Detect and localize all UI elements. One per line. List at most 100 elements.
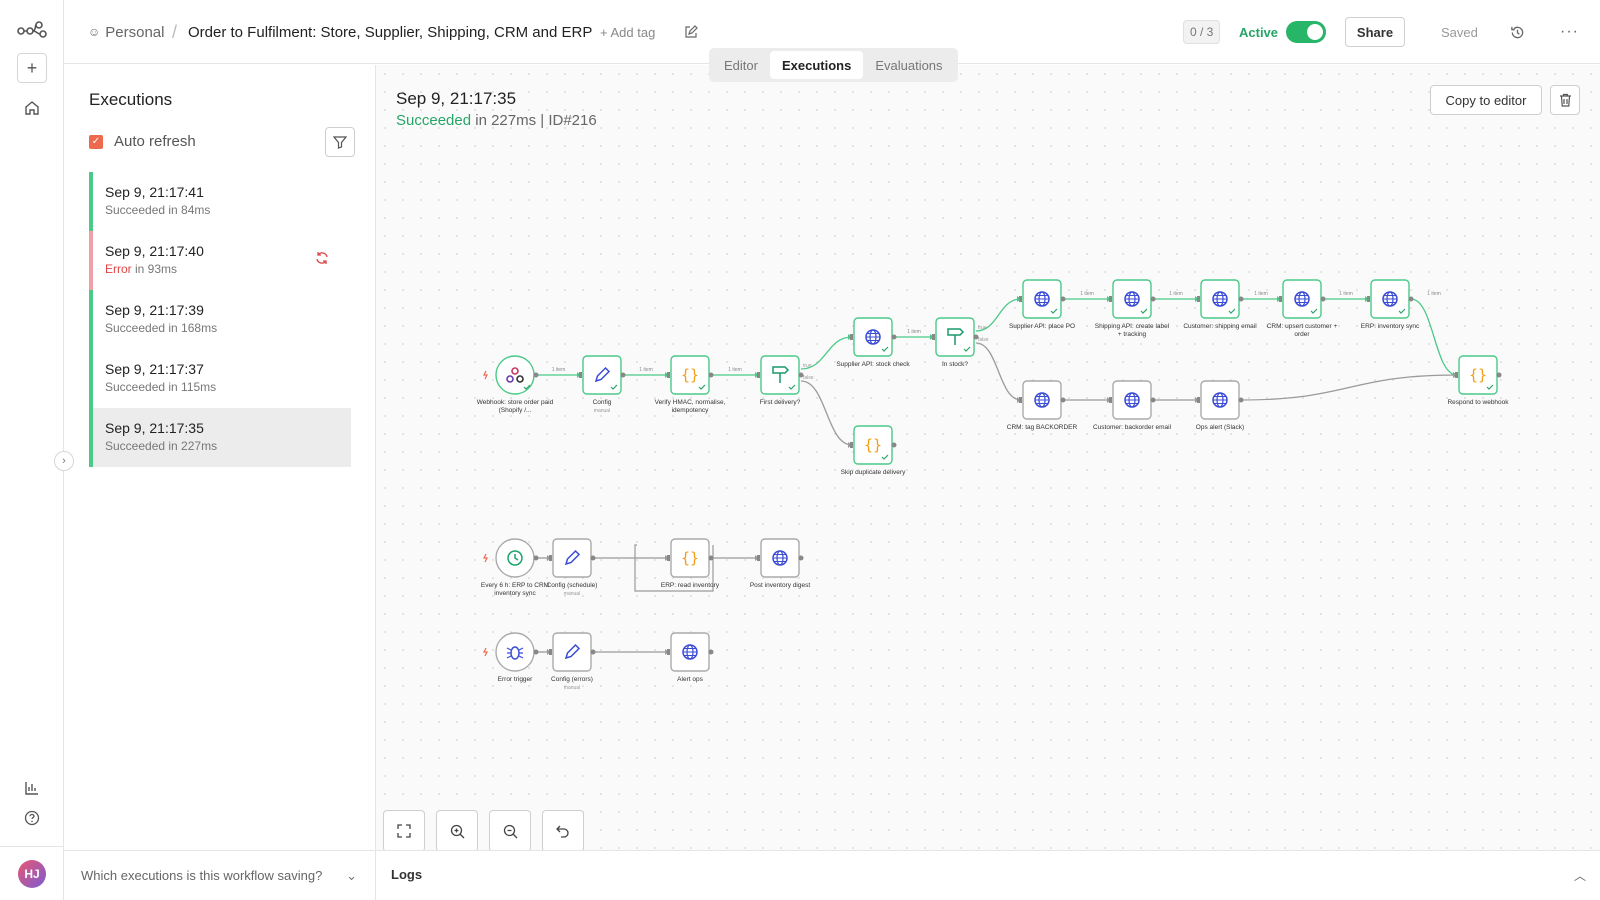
workflow-canvas[interactable]: Sep 9, 21:17:35 Succeeded in 227ms | ID#… <box>376 65 1600 852</box>
output-handle[interactable] <box>533 372 539 378</box>
output-handle[interactable] <box>590 555 596 561</box>
output-handle[interactable] <box>1060 397 1066 403</box>
workflow-node-config[interactable]: Config manual <box>579 355 626 414</box>
workflow-node-email[interactable]: Customer: shipping email <box>1183 279 1257 330</box>
input-handle[interactable] <box>1367 296 1370 302</box>
input-handle[interactable] <box>1279 296 1282 302</box>
output-handle[interactable] <box>891 442 897 448</box>
input-handle[interactable] <box>1197 397 1200 403</box>
output-handle[interactable] <box>1320 296 1326 302</box>
output-handle[interactable] <box>533 555 539 561</box>
retry-execution-icon[interactable] <box>315 251 329 268</box>
output-handle[interactable] <box>1496 372 1502 378</box>
input-handle[interactable] <box>549 649 552 655</box>
execution-item-selected[interactable]: Sep 9, 21:17:35 Succeeded in 227ms <box>89 408 351 467</box>
output-handle[interactable] <box>1060 296 1066 302</box>
input-handle[interactable] <box>1019 397 1022 403</box>
execution-item[interactable]: Sep 9, 21:17:40 Error in 93ms <box>89 231 351 290</box>
input-handle[interactable] <box>667 555 670 561</box>
input-handle[interactable] <box>1019 296 1022 302</box>
output-handle[interactable] <box>891 334 897 340</box>
tab-evaluations[interactable]: Evaluations <box>863 51 954 79</box>
output-handle[interactable] <box>1408 296 1414 302</box>
tab-executions[interactable]: Executions <box>769 51 864 79</box>
insights-icon[interactable] <box>17 773 47 803</box>
fit-view-button[interactable] <box>383 810 425 852</box>
workflow-node-erpread[interactable]: {} ERP: read inventory <box>661 538 720 589</box>
zoom-in-button[interactable] <box>436 810 478 852</box>
saving-settings-dropdown[interactable]: Which executions is this workflow saving… <box>64 850 375 900</box>
output-handle[interactable] <box>1150 397 1156 403</box>
reset-zoom-button[interactable] <box>542 810 584 852</box>
more-options-icon[interactable]: ··· <box>1560 0 1579 64</box>
output-handle[interactable] <box>620 372 626 378</box>
workflow-node-sched[interactable]: Every 6 h: ERP to CRM inventory sync <box>481 538 549 597</box>
checkbox-checked-icon[interactable]: ✓ <box>89 134 103 149</box>
input-handle[interactable] <box>850 442 853 448</box>
input-handle[interactable] <box>932 334 935 340</box>
add-icon[interactable]: + <box>17 53 47 83</box>
output-handle[interactable] <box>973 334 979 340</box>
output-handle[interactable] <box>798 372 804 378</box>
workflow-node-crm[interactable]: CRM: upsert customer + order <box>1267 279 1338 338</box>
expand-sidebar-chevron-icon[interactable]: › <box>54 451 74 471</box>
workflow-node-erp[interactable]: ERP: inventory sync <box>1361 279 1420 330</box>
output-handle[interactable] <box>590 649 596 655</box>
workflow-node-ship[interactable]: Shipping API: create label + tracking <box>1095 279 1170 338</box>
workflow-node-instock[interactable]: In stock? <box>932 317 979 368</box>
workflow-node-digest[interactable]: Post inventory digest <box>750 538 811 589</box>
zoom-out-button[interactable] <box>489 810 531 852</box>
input-handle[interactable] <box>757 372 760 378</box>
input-handle[interactable] <box>579 372 582 378</box>
help-icon[interactable] <box>17 803 47 833</box>
add-tag-button[interactable]: + Add tag <box>600 0 655 64</box>
workflow-node-skip[interactable]: {} Skip duplicate delivery <box>841 425 906 476</box>
logs-panel-bar[interactable]: Logs ︿ <box>376 850 1600 900</box>
workflow-node-cfgsched[interactable]: Config (schedule) manual <box>547 538 598 597</box>
execution-item[interactable]: Sep 9, 21:17:37 Succeeded in 115ms <box>89 349 351 408</box>
workflow-node-backorder[interactable]: CRM: tag BACKORDER <box>1007 380 1078 431</box>
input-handle[interactable] <box>1197 296 1200 302</box>
execution-item[interactable]: Sep 9, 21:17:41 Succeeded in 84ms <box>89 172 351 231</box>
home-icon[interactable] <box>17 93 47 123</box>
history-icon[interactable] <box>1510 0 1525 64</box>
user-avatar[interactable]: HJ <box>18 860 46 888</box>
workflow-node-cfgerr[interactable]: Config (errors) manual <box>549 632 596 691</box>
input-handle[interactable] <box>757 555 760 561</box>
execution-item[interactable]: Sep 9, 21:17:39 Succeeded in 168ms <box>89 290 351 349</box>
breadcrumb-personal[interactable]: ☺ Personal <box>88 0 164 64</box>
workflow-node-po[interactable]: Supplier API: place PO <box>1009 279 1075 330</box>
tab-editor[interactable]: Editor <box>712 51 770 79</box>
input-handle[interactable] <box>667 649 670 655</box>
output-handle[interactable] <box>798 555 804 561</box>
output-handle[interactable] <box>1238 296 1244 302</box>
workflow-node-verify[interactable]: {} Verify HMAC, normalise, idempotency <box>655 355 726 414</box>
n8n-logo-icon[interactable] <box>17 14 47 44</box>
input-handle[interactable] <box>1109 397 1112 403</box>
workflow-node-bemail[interactable]: Customer: backorder email <box>1093 380 1172 431</box>
share-button[interactable]: Share <box>1345 17 1405 47</box>
workflow-node-webhook[interactable]: Webhook: store order paid (Shopify /... <box>477 355 554 414</box>
workflow-node-respond[interactable]: {} Respond to webhook <box>1447 355 1509 406</box>
output-handle[interactable] <box>708 372 714 378</box>
input-handle[interactable] <box>850 334 853 340</box>
output-handle[interactable] <box>1238 397 1244 403</box>
workflow-title[interactable]: Order to Fulfilment: Store, Supplier, Sh… <box>188 0 592 64</box>
workflow-node-alert[interactable]: Alert ops <box>667 632 714 683</box>
workflow-node-errtrig[interactable]: Error trigger <box>483 632 539 683</box>
input-handle[interactable] <box>1109 296 1112 302</box>
filter-button[interactable] <box>325 127 355 157</box>
edit-description-icon[interactable] <box>684 0 698 64</box>
auto-refresh-checkbox[interactable]: ✓ Auto refresh <box>89 133 196 150</box>
input-handle[interactable] <box>549 555 552 561</box>
active-toggle[interactable] <box>1286 21 1326 43</box>
input-handle[interactable] <box>667 372 670 378</box>
input-handle[interactable] <box>1455 372 1458 378</box>
output-handle[interactable] <box>708 649 714 655</box>
chevron-up-icon[interactable]: ︿ <box>1574 867 1586 884</box>
output-handle[interactable] <box>708 555 714 561</box>
workflow-node-ops[interactable]: Ops alert (Slack) <box>1196 380 1244 431</box>
workflow-node-first[interactable]: First delivery? <box>757 355 804 406</box>
output-handle[interactable] <box>1150 296 1156 302</box>
workflow-node-stock[interactable]: Supplier API: stock check <box>836 317 910 368</box>
